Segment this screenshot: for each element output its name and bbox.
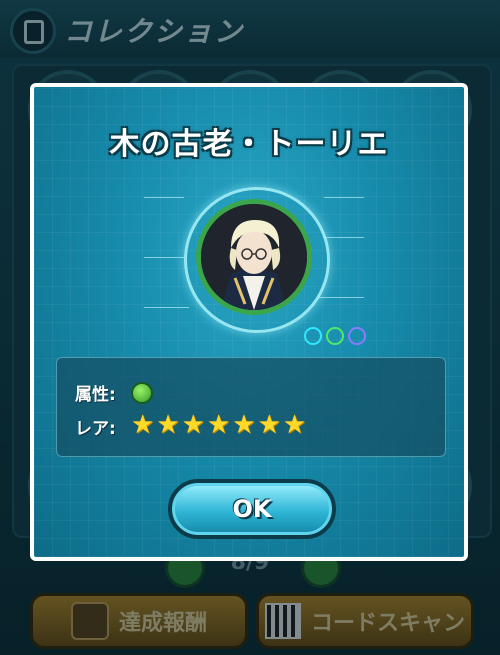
rarity-stars: ★ ★ ★ ★ ★ ★ ★ xyxy=(131,410,306,440)
star-icon: ★ xyxy=(131,410,155,440)
star-icon: ★ xyxy=(181,410,205,440)
rarity-label: レア: xyxy=(75,419,116,439)
hud-indicator-dot xyxy=(348,327,366,345)
star-icon: ★ xyxy=(282,410,307,440)
character-name: 木の古老・トーリエ xyxy=(109,127,389,162)
character-detail-dialog: 木の古老・トーリエ 属性: レア: ★ ★ ★ ★ ★ ★ ★ OK xyxy=(30,83,468,561)
star-icon: ★ xyxy=(257,410,281,440)
hud-line xyxy=(144,307,189,308)
character-info-panel: 属性: レア: ★ ★ ★ ★ ★ ★ ★ xyxy=(56,357,446,457)
hud-line xyxy=(324,197,364,198)
star-icon: ★ xyxy=(206,410,231,440)
hud-indicator-dot xyxy=(326,327,344,345)
hud-line xyxy=(144,197,184,198)
character-portrait-art xyxy=(201,204,307,310)
attribute-label: 属性: xyxy=(75,385,116,405)
star-icon: ★ xyxy=(156,410,180,440)
character-portrait xyxy=(196,199,312,315)
hud-indicator-dot xyxy=(304,327,322,345)
hud-line xyxy=(144,257,184,258)
ok-button[interactable]: OK xyxy=(168,479,336,539)
hud-line xyxy=(319,297,364,298)
star-icon: ★ xyxy=(232,410,256,440)
leaf-attribute-icon xyxy=(131,382,153,404)
hud-line xyxy=(324,237,364,238)
portrait-hud xyxy=(144,177,366,347)
